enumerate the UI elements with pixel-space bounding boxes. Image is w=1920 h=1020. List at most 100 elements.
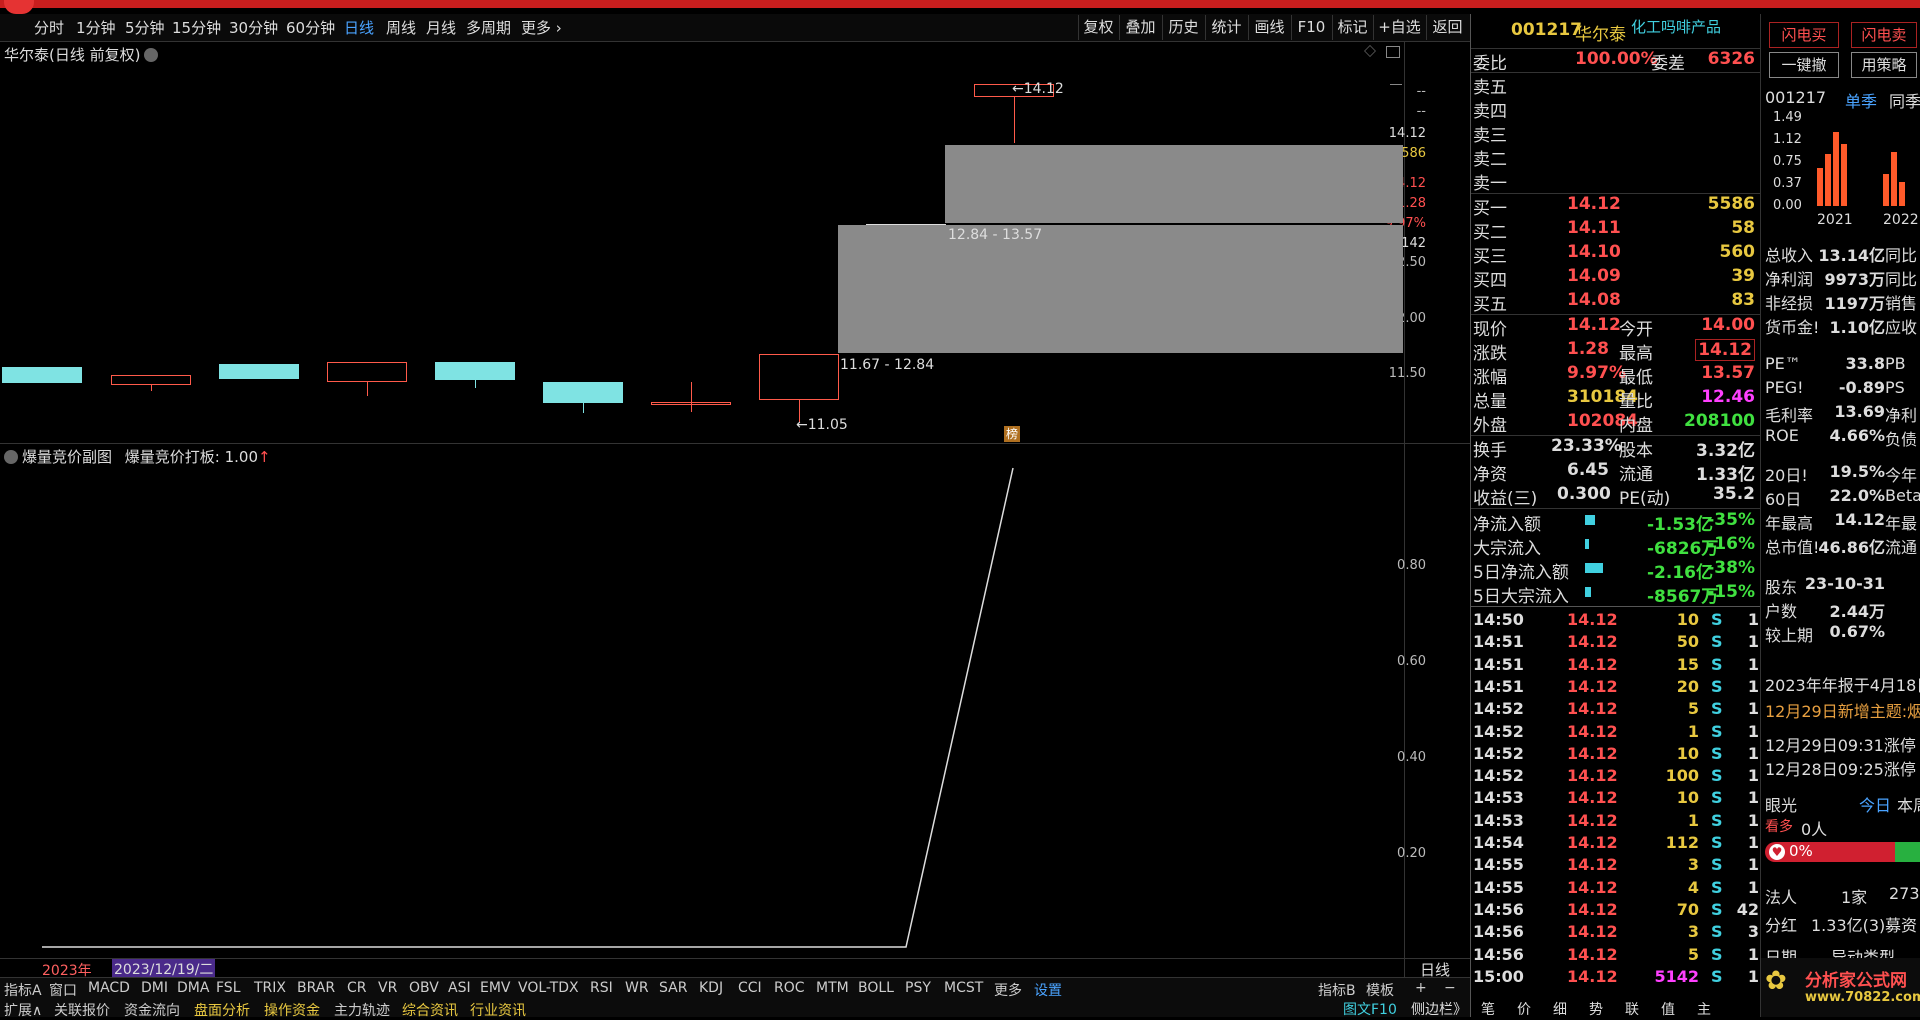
stats-button[interactable]: 统计	[1205, 15, 1247, 40]
indicator-tab[interactable]: PSY	[905, 980, 931, 996]
indicator-tab[interactable]: KDJ	[699, 980, 723, 996]
bid-row[interactable]: 买五 14.08 83	[1471, 290, 1757, 315]
extension-tab[interactable]: 扩展∧	[4, 1000, 42, 1020]
indicator-tab[interactable]: DMA	[177, 980, 209, 996]
remove-pane-button[interactable]: −	[1444, 980, 1456, 996]
period-tab[interactable]: 5分钟	[125, 17, 165, 38]
tick-count: 1	[1747, 654, 1759, 674]
period-tab[interactable]: 周线	[386, 17, 416, 38]
bid-row[interactable]: 买四 14.09 39	[1471, 266, 1757, 291]
fin-value: 22.0%	[1829, 486, 1885, 505]
quote-tab[interactable]: 主	[1697, 999, 1711, 1019]
indicator-tab[interactable]: FSL	[216, 980, 241, 996]
indicator-tab[interactable]: TRIX	[254, 980, 286, 996]
period-more[interactable]: 更多 ›	[521, 17, 562, 38]
indicator-more[interactable]: 更多	[994, 980, 1022, 1000]
extension-tab[interactable]: 操作资金	[264, 1000, 320, 1020]
flash-buy-button[interactable]: 闪电买	[1769, 22, 1839, 48]
candle-wick	[475, 380, 476, 388]
mark-button[interactable]: 标记	[1332, 15, 1372, 40]
rank-badge[interactable]: 榜	[1004, 426, 1020, 442]
period-tab-active[interactable]: 日线	[344, 17, 374, 38]
indicator-tab[interactable]: WR	[625, 980, 649, 996]
period-tab[interactable]: 15分钟	[172, 17, 221, 38]
f10-link[interactable]: 图文F10	[1343, 999, 1397, 1019]
indicator-tab[interactable]: MTM	[816, 980, 849, 996]
bid-row[interactable]: 买二 14.11 58	[1471, 218, 1757, 243]
eye-today-tab[interactable]: 今日	[1859, 792, 1891, 816]
indicator-tab[interactable]: MCST	[944, 980, 983, 996]
add-watchlist-button[interactable]: +自选	[1373, 15, 1425, 40]
use-strategy-button[interactable]: 用策略	[1851, 52, 1917, 78]
flow-bar	[1585, 515, 1595, 525]
period-tab[interactable]: 60分钟	[286, 17, 335, 38]
quote-tab[interactable]: 价	[1517, 999, 1531, 1019]
indicator-tab[interactable]: DMI	[141, 980, 168, 996]
tab-single-quarter[interactable]: 单季	[1845, 88, 1877, 112]
diamond-icon[interactable]	[1364, 45, 1376, 57]
indicator-tab[interactable]: MACD	[88, 980, 130, 996]
fin-label: 户数	[1765, 602, 1798, 621]
indicator-tab[interactable]: BRAR	[297, 980, 335, 996]
tick-list[interactable]: 14:50 14.12 10 S 1 14:51 14.12 50 S 1 14:51 14.12 15…	[1471, 608, 1761, 1002]
extension-tab[interactable]: 关联报价	[54, 1000, 110, 1020]
indicator-tab[interactable]: 指标A	[4, 980, 42, 1000]
tab-yoy[interactable]: 同季	[1889, 88, 1920, 112]
period-tab[interactable]: 30分钟	[229, 17, 278, 38]
history-button[interactable]: 历史	[1162, 15, 1204, 40]
flash-sell-button[interactable]: 闪电卖	[1851, 22, 1917, 48]
indicator-tab[interactable]: BOLL	[858, 980, 894, 996]
extension-tab[interactable]: 主力轨迹	[334, 1000, 390, 1020]
overlay-button[interactable]: 叠加	[1119, 15, 1161, 40]
dropdown-circle-icon[interactable]	[144, 48, 159, 62]
window-toggle-icon[interactable]	[1386, 46, 1400, 58]
tick-volume: 10	[1676, 743, 1699, 763]
indicator-tab[interactable]: CCI	[738, 980, 762, 996]
extension-tab[interactable]: 行业资讯	[470, 1000, 526, 1020]
quote-tab[interactable]: 值	[1661, 999, 1675, 1019]
bid-row[interactable]: 买三 14.10 560	[1471, 242, 1757, 267]
indicator-tab[interactable]: EMV	[480, 980, 511, 996]
bid-row[interactable]: 买一 14.12 5586	[1471, 194, 1757, 219]
period-tab[interactable]: 1分钟	[76, 17, 116, 38]
period-tab[interactable]: 月线	[426, 17, 456, 38]
quote-tab[interactable]: 细	[1553, 999, 1567, 1019]
quote-tab[interactable]: 联	[1625, 999, 1639, 1019]
candle	[327, 362, 407, 382]
indicator-tab[interactable]: ROC	[774, 980, 805, 996]
quote-tab[interactable]: 势	[1589, 999, 1603, 1019]
extension-tab[interactable]: 资金流向	[124, 1000, 180, 1020]
indicator-settings[interactable]: 设置	[1034, 980, 1062, 1000]
period-tab[interactable]: 分时	[34, 17, 64, 38]
eye-week-tab[interactable]: 本周	[1897, 792, 1920, 816]
indicator-tab[interactable]: 窗口	[49, 980, 77, 1000]
sidebar-toggle[interactable]: 侧边栏》	[1411, 999, 1467, 1019]
period-tab[interactable]: 多周期	[466, 17, 511, 38]
thumb-icon: ♥	[1769, 844, 1785, 860]
quote-tab[interactable]: 笔	[1481, 999, 1495, 1019]
indicator-tab[interactable]: VOL-TDX	[518, 980, 579, 996]
stock-concept[interactable]: 化工吗啡产品	[1631, 16, 1721, 37]
indicator-b-tab[interactable]: 指标B	[1318, 980, 1356, 1000]
draw-line-button[interactable]: 画线	[1248, 15, 1290, 40]
extension-tab[interactable]: 盘面分析	[194, 1000, 250, 1020]
template-tab[interactable]: 模板	[1366, 980, 1394, 1000]
flow-bar	[1585, 539, 1589, 549]
f10-button[interactable]: F10	[1291, 15, 1331, 40]
extension-tab[interactable]: 综合资讯	[402, 1000, 458, 1020]
cancel-all-button[interactable]: 一键撤	[1769, 52, 1839, 78]
indicator-tab[interactable]: CR	[347, 980, 367, 996]
tick-count: 1	[1747, 676, 1759, 696]
fuquan-button[interactable]: 复权	[1078, 15, 1118, 40]
fin-bar	[1825, 154, 1831, 206]
tick-count: 42	[1736, 899, 1759, 919]
indicator-tab[interactable]: OBV	[409, 980, 439, 996]
fin-value: 9973万	[1824, 270, 1885, 289]
add-pane-button[interactable]: +	[1415, 980, 1427, 996]
indicator-tab[interactable]: VR	[378, 980, 397, 996]
back-button[interactable]: 返回	[1426, 15, 1468, 40]
indicator-tab[interactable]: ASI	[448, 980, 471, 996]
sub-chart-line	[42, 467, 1014, 948]
indicator-tab[interactable]: SAR	[659, 980, 687, 996]
indicator-tab[interactable]: RSI	[590, 980, 613, 996]
